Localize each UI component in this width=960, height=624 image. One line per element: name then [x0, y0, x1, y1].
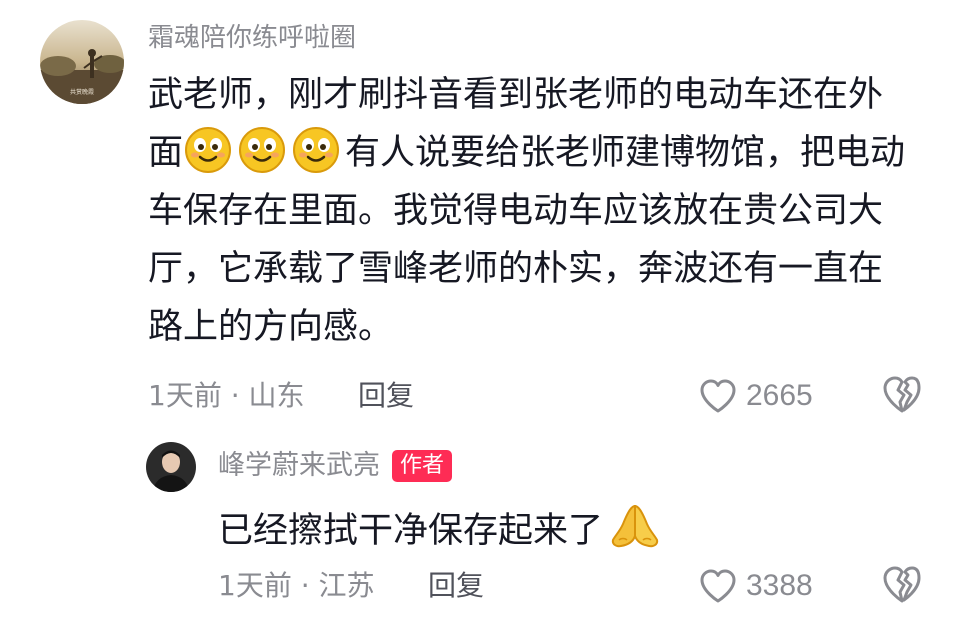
meta-separator: · — [300, 569, 310, 602]
commenter-username[interactable]: 霜魂陪你练呼啦圈 — [148, 20, 356, 56]
comment-line: 路上的方向感。 — [148, 307, 394, 347]
reply-reply-button[interactable]: 回复 — [428, 566, 484, 606]
comment-line-rest: 有人说要给张老师建博物馆，把电动 — [345, 133, 906, 173]
comment-time: 1天前 — [148, 379, 222, 412]
comment-dislike-button[interactable] — [880, 374, 924, 418]
reply-location: 江苏 — [318, 569, 375, 602]
comment-location: 山东 — [248, 379, 305, 412]
comment-line-prefix: 面 — [148, 133, 184, 173]
reply-meta: 1天前 · 江苏 — [218, 566, 375, 606]
like-count: 3388 — [746, 569, 813, 602]
avatar-caption: 共赏晚霞 — [70, 88, 94, 96]
comment-line: 武老师，刚才刷抖音看到张老师的电动车还在外 — [148, 75, 884, 115]
reply-like-button[interactable]: 3388 — [698, 564, 813, 608]
comment-line: 面 有人说要给张老师建博物馆，把电动 — [148, 124, 928, 182]
comment-line: 厅，它承载了雪峰老师的朴实，奔波还有一直在 — [148, 249, 884, 289]
replier-username-row: 峰学蔚来武亮 作者 — [218, 446, 453, 486]
comment-reply-button[interactable]: 回复 — [358, 376, 414, 416]
reply-text-row: 已经擦拭干净保存起来了 — [218, 500, 663, 557]
smile-emoji-icon — [239, 127, 286, 173]
reply-time: 1天前 — [218, 569, 292, 602]
reply-text: 已经擦拭干净保存起来了 — [218, 511, 604, 551]
broken-heart-icon — [883, 376, 921, 413]
folded-hands-emoji-icon — [611, 504, 659, 548]
heart-icon — [700, 569, 736, 603]
meta-separator: · — [230, 379, 240, 412]
broken-heart-icon — [883, 566, 921, 603]
comment-text: 武老师，刚才刷抖音看到张老师的电动车还在外 面有人说要给张老师建博物馆，把电动 … — [148, 66, 928, 356]
reply-dislike-button[interactable] — [880, 564, 924, 608]
commenter-avatar[interactable]: 共赏晚霞 — [40, 20, 124, 104]
replier-avatar[interactable] — [146, 442, 196, 492]
heart-icon — [700, 379, 736, 413]
author-badge: 作者 — [392, 450, 453, 482]
smile-emoji-icon — [185, 127, 232, 173]
like-count: 2665 — [746, 379, 813, 412]
comment-meta: 1天前 · 山东 — [148, 376, 305, 416]
smile-emoji-icon — [293, 127, 340, 173]
replier-username[interactable]: 峰学蔚来武亮 — [218, 446, 380, 486]
comment-line: 车保存在里面。我觉得电动车应该放在贵公司大 — [148, 191, 884, 231]
comment-like-button[interactable]: 2665 — [698, 374, 813, 418]
